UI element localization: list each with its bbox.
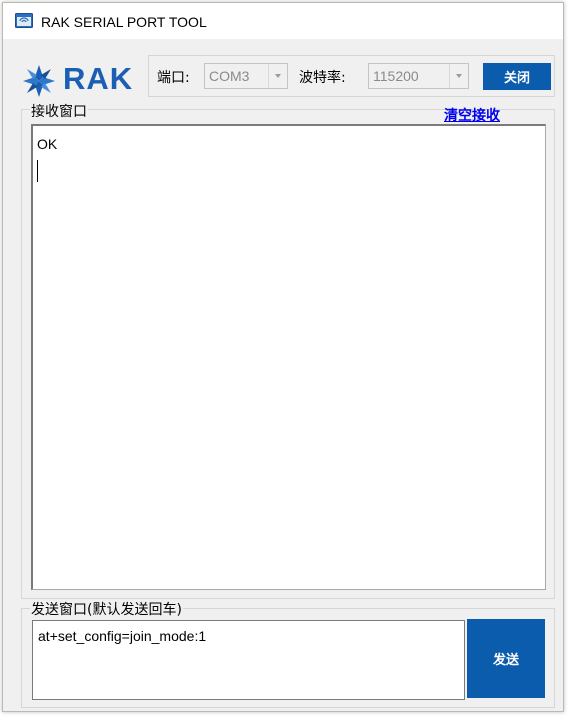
- send-button[interactable]: 发送: [467, 619, 545, 698]
- baud-rate-select-value: 115200: [373, 68, 419, 84]
- clear-receive-link[interactable]: 清空接收: [444, 105, 500, 125]
- receive-content: OK: [37, 136, 58, 152]
- send-group-label: 发送窗口(默认发送回车): [30, 599, 183, 619]
- receive-group-label: 接收窗口: [30, 101, 88, 121]
- send-input[interactable]: at+set_config=join_mode:1: [32, 620, 465, 700]
- port-select[interactable]: COM3: [204, 63, 288, 89]
- port-config-group: 端口: COM3 波特率: 115200 关闭: [148, 55, 555, 97]
- port-label: 端口:: [157, 70, 190, 86]
- chevron-down-icon: [268, 64, 287, 88]
- logo-text: RAK: [63, 61, 134, 96]
- baud-label: 波特率:: [299, 70, 346, 86]
- port-select-value: COM3: [209, 68, 250, 84]
- chevron-down-icon: [449, 64, 468, 88]
- app-window-icon: [15, 13, 33, 28]
- rak-logo: RAK: [19, 59, 137, 99]
- main-window: RAK SERIAL PORT TOOL RAK 端口: COM3 波特率: 1…: [2, 2, 564, 712]
- baud-rate-select[interactable]: 115200: [368, 63, 469, 89]
- title-bar[interactable]: RAK SERIAL PORT TOOL: [3, 3, 563, 39]
- send-input-value: at+set_config=join_mode:1: [38, 628, 207, 644]
- receive-textarea[interactable]: OK: [31, 124, 546, 590]
- rak-logo-icon: [23, 65, 55, 97]
- window-title: RAK SERIAL PORT TOOL: [41, 14, 207, 30]
- close-port-button[interactable]: 关闭: [483, 63, 551, 90]
- text-caret: [37, 160, 38, 182]
